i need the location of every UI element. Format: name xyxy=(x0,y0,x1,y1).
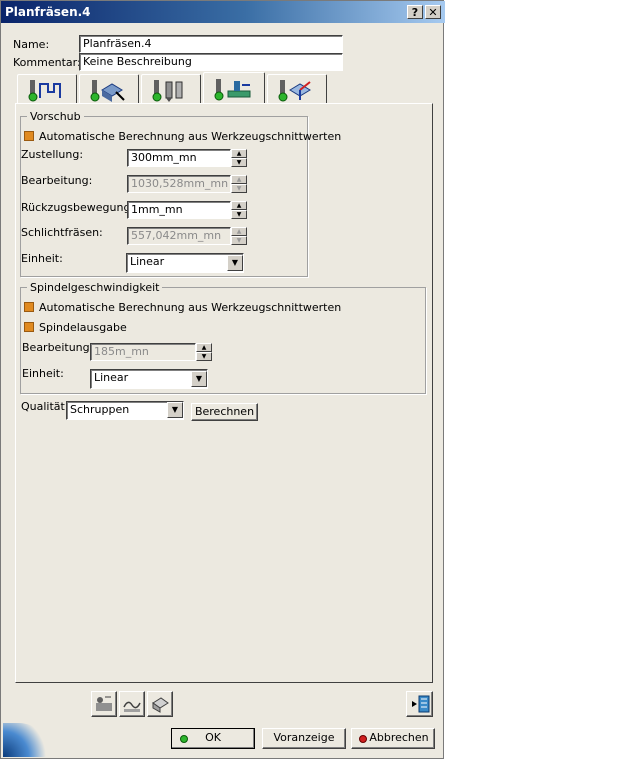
chevron-down-icon[interactable]: ▼ xyxy=(227,255,243,271)
machining-feed-input: 1030,528mm_mn xyxy=(127,175,231,193)
spin-down-icon[interactable]: ▼ xyxy=(231,210,247,219)
spin-down-icon[interactable]: ▼ xyxy=(231,158,247,167)
replay-button[interactable] xyxy=(406,691,433,717)
name-input[interactable]: Planfräsen.4 xyxy=(79,35,343,53)
spin-up-icon: ▲ xyxy=(231,175,247,184)
machine-button[interactable] xyxy=(147,691,173,717)
chevron-down-icon[interactable]: ▼ xyxy=(191,371,207,387)
finishing-label: Schlichtfräsen: xyxy=(21,226,103,239)
spin-down-icon[interactable]: ▼ xyxy=(196,352,212,361)
spindle-machining-spinner[interactable]: ▲ ▼ xyxy=(196,343,212,361)
tab-macros[interactable] xyxy=(267,74,327,104)
machining-feed-label: Bearbeitung: xyxy=(21,174,93,187)
tool-library-button[interactable] xyxy=(119,691,145,717)
preview-button[interactable]: Voranzeige xyxy=(262,728,346,749)
spindle-output-label: Spindelausgabe xyxy=(39,321,127,334)
approach-label: Zustellung: xyxy=(21,148,84,161)
spin-up-icon[interactable]: ▲ xyxy=(231,149,247,158)
comment-label: Kommentar: xyxy=(13,56,81,69)
cancel-button[interactable]: Abbrechen xyxy=(351,728,435,749)
finishing-input: 557,042mm_mn xyxy=(127,227,231,245)
machining-feed-spinner: ▲ ▼ xyxy=(231,175,247,193)
chevron-down-icon[interactable]: ▼ xyxy=(167,402,183,418)
cancel-icon xyxy=(359,735,367,743)
retract-input[interactable]: 1mm_mn xyxy=(127,201,231,219)
name-label: Name: xyxy=(13,38,50,51)
quality-label: Qualität: xyxy=(21,400,69,413)
feed-auto-checkbox[interactable] xyxy=(24,131,34,141)
tab-feeds-speeds[interactable] xyxy=(203,72,265,104)
spindle-unit-label: Einheit: xyxy=(22,367,64,380)
spindle-machining-label: Bearbeitung: xyxy=(22,341,94,354)
strategy-tab-icon xyxy=(28,80,61,102)
tool-query-button[interactable] xyxy=(91,691,117,717)
ok-button[interactable]: OK xyxy=(171,728,255,749)
spindle-machining-input: 185m_mn xyxy=(90,343,196,361)
feed-auto-label: Automatische Berechnung aus Werkzeugschn… xyxy=(39,130,342,143)
logo-icon xyxy=(3,723,49,757)
spin-up-icon[interactable]: ▲ xyxy=(196,343,212,352)
feed-group-title: Vorschub xyxy=(27,110,84,123)
geometry-tab-icon xyxy=(90,80,125,102)
comment-input[interactable]: Keine Beschreibung xyxy=(79,53,343,71)
spindle-auto-checkbox[interactable] xyxy=(24,302,34,312)
spindle-output-checkbox[interactable] xyxy=(24,322,34,332)
window-title: Planfräsen.4 xyxy=(5,5,91,19)
tab-strategy[interactable] xyxy=(17,74,77,104)
title-bar[interactable]: Planfräsen.4 ? ✕ xyxy=(1,1,445,23)
retract-label: Rückzugsbewegung: xyxy=(21,201,135,214)
ok-label: OK xyxy=(205,731,221,744)
tool-tab-icon xyxy=(152,80,183,102)
approach-spinner[interactable]: ▲ ▼ xyxy=(231,149,247,167)
cancel-label: Abbrechen xyxy=(369,731,429,744)
feeds-speeds-tab-icon xyxy=(214,79,251,101)
spin-down-icon: ▼ xyxy=(231,236,247,245)
ok-icon xyxy=(180,735,188,743)
dialog-window: Planfräsen.4 ? ✕ Name: Planfräsen.4 Komm… xyxy=(0,0,445,759)
help-button[interactable]: ? xyxy=(407,5,423,19)
tab-geometry[interactable] xyxy=(79,74,139,104)
spin-up-icon[interactable]: ▲ xyxy=(231,201,247,210)
close-button[interactable]: ✕ xyxy=(425,5,441,19)
spin-down-icon: ▼ xyxy=(231,184,247,193)
spin-up-icon: ▲ xyxy=(231,227,247,236)
retract-spinner[interactable]: ▲ ▼ xyxy=(231,201,247,219)
tool-library-icon xyxy=(123,701,141,712)
spindle-auto-label: Automatische Berechnung aus Werkzeugschn… xyxy=(39,301,342,314)
machine-icon xyxy=(152,697,169,713)
macros-tab-icon xyxy=(278,80,311,102)
feed-unit-label: Einheit: xyxy=(21,252,63,265)
finishing-spinner: ▲ ▼ xyxy=(231,227,247,245)
tab-tool[interactable] xyxy=(141,74,201,104)
approach-input[interactable]: 300mm_mn xyxy=(127,149,231,167)
tool-query-icon xyxy=(96,696,112,711)
spindle-group-title: Spindelgeschwindigkeit xyxy=(27,281,163,294)
replay-icon xyxy=(411,695,429,713)
compute-button[interactable]: Berechnen xyxy=(191,403,258,421)
